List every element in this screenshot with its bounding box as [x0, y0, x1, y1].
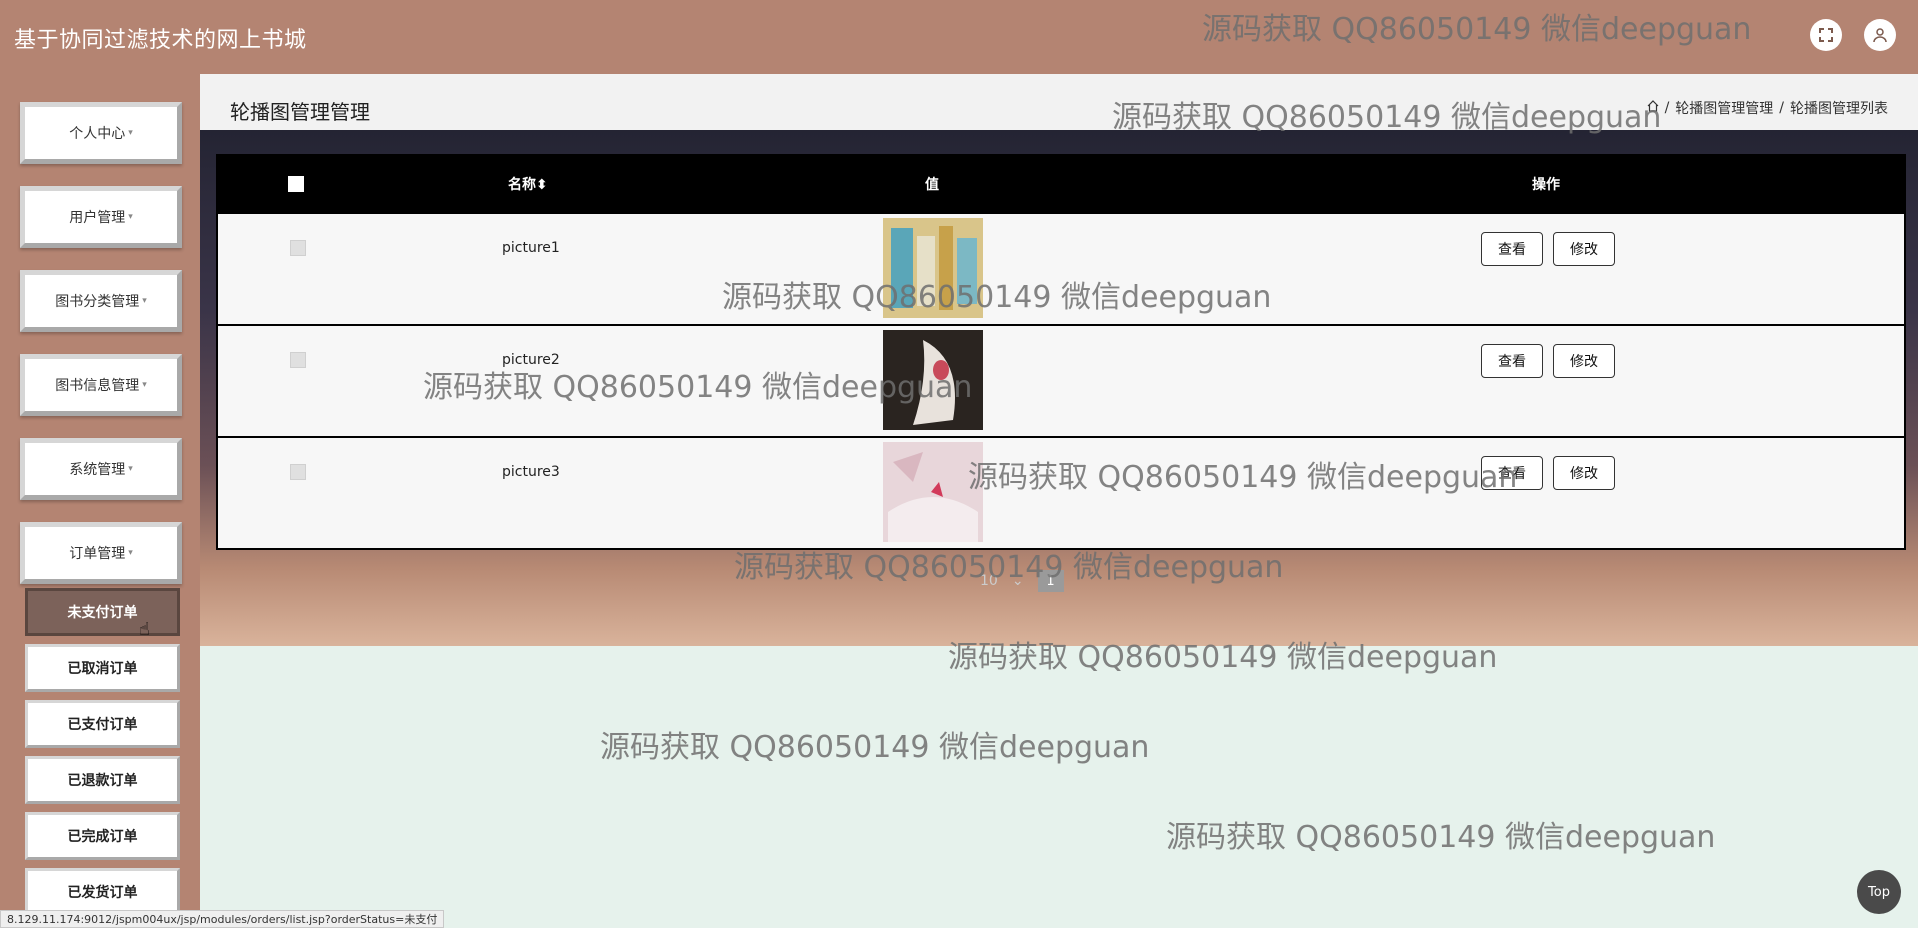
row-name: picture3	[502, 464, 560, 480]
watermark: 源码获取 QQ86050149 微信deepguan	[1202, 12, 1752, 47]
row-name: picture1	[502, 240, 560, 256]
page-title: 轮播图管理管理	[230, 100, 370, 124]
chevron-down-icon: ▾	[142, 380, 147, 390]
sub-item-unpaid-orders[interactable]: 未支付订单	[25, 588, 180, 636]
sidebar-item-book-category[interactable]: 图书分类管理 ▾	[20, 270, 182, 332]
sidebar-item-personal-center[interactable]: 个人中心 ▾	[20, 102, 182, 164]
user-icon[interactable]	[1864, 19, 1896, 51]
chevron-down-icon: ▾	[128, 548, 133, 558]
sub-item-completed-orders[interactable]: 已完成订单	[25, 812, 180, 860]
sidebar-item-system[interactable]: 系统管理 ▾	[20, 438, 182, 500]
breadcrumb-level1[interactable]: 轮播图管理管理	[1675, 98, 1773, 118]
watermark: 源码获取 QQ86050149 微信deepguan	[968, 460, 1518, 495]
breadcrumb: / 轮播图管理管理 / 轮播图管理列表	[1647, 98, 1888, 118]
view-button[interactable]: 查看	[1481, 232, 1543, 266]
select-all-checkbox[interactable]	[288, 176, 304, 192]
app-title: 基于协同过滤技术的网上书城	[14, 28, 307, 53]
sub-item-paid-orders[interactable]: 已支付订单	[25, 700, 180, 748]
sidebar: 个人中心 ▾ 用户管理 ▾ 图书分类管理 ▾ 图书信息管理 ▾ 系统管理 ▾ 订单管理 ▾ …	[0, 74, 200, 928]
edit-button[interactable]: 修改	[1553, 232, 1615, 266]
column-value: 值	[925, 177, 939, 193]
hand-cursor-icon: ☝	[139, 619, 150, 640]
watermark: 源码获取 QQ86050149 微信deepguan	[948, 640, 1498, 675]
chevron-down-icon: ▾	[128, 464, 133, 474]
view-button[interactable]: 查看	[1481, 344, 1543, 378]
row-checkbox[interactable]	[290, 240, 306, 256]
main-content: 轮播图管理管理 / 轮播图管理管理 / 轮播图管理列表 名称⬍ 值 操作 pic…	[200, 74, 1918, 928]
edit-button[interactable]: 修改	[1553, 344, 1615, 378]
sidebar-item-orders[interactable]: 订单管理 ▾	[20, 522, 182, 584]
sort-icon: ⬍	[536, 177, 548, 193]
column-actions: 操作	[1532, 177, 1560, 193]
breadcrumb-level2: 轮播图管理列表	[1790, 101, 1888, 117]
edit-button[interactable]: 修改	[1553, 456, 1615, 490]
sub-item-shipped-orders[interactable]: 已发货订单	[25, 868, 180, 916]
sidebar-item-book-info[interactable]: 图书信息管理 ▾	[20, 354, 182, 416]
row-checkbox[interactable]	[290, 352, 306, 368]
sub-item-refunded-orders[interactable]: 已退款订单	[25, 756, 180, 804]
watermark: 源码获取 QQ86050149 微信deepguan	[722, 280, 1272, 315]
chevron-down-icon: ▾	[128, 128, 133, 138]
sidebar-item-user-management[interactable]: 用户管理 ▾	[20, 186, 182, 248]
watermark: 源码获取 QQ86050149 微信deepguan	[734, 550, 1284, 585]
row-checkbox[interactable]	[290, 464, 306, 480]
chevron-down-icon: ▾	[128, 212, 133, 222]
watermark: 源码获取 QQ86050149 微信deepguan	[423, 370, 973, 405]
watermark: 源码获取 QQ86050149 微信deepguan	[600, 730, 1150, 765]
sub-item-cancelled-orders[interactable]: 已取消订单	[25, 644, 180, 692]
expand-icon[interactable]	[1810, 19, 1842, 51]
watermark: 源码获取 QQ86050149 微信deepguan	[1112, 100, 1662, 135]
column-name[interactable]: 名称⬍	[508, 174, 548, 194]
table-header: 名称⬍ 值 操作	[216, 154, 1906, 214]
chevron-down-icon: ▾	[142, 296, 147, 306]
watermark: 源码获取 QQ86050149 微信deepguan	[1166, 820, 1716, 855]
back-to-top-button[interactable]: Top	[1857, 870, 1901, 914]
status-bar-url: 8.129.11.174:9012/jspm004ux/jsp/modules/…	[0, 910, 445, 928]
